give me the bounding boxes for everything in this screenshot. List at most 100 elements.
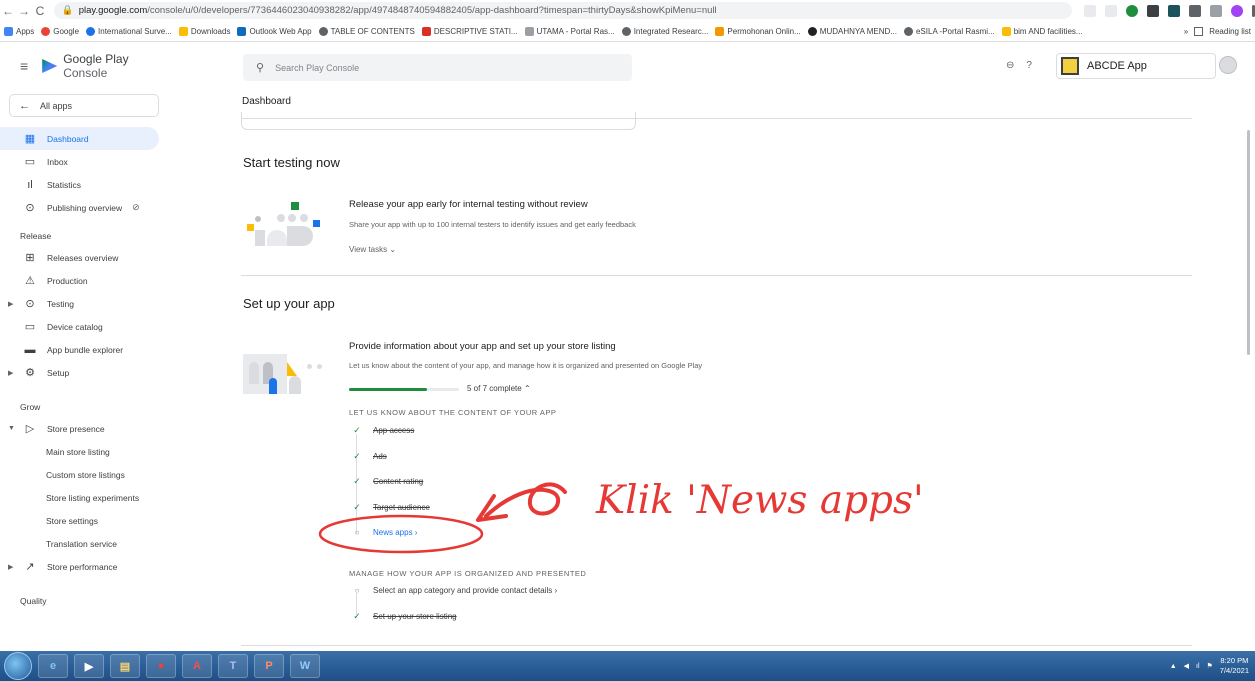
network-icon[interactable]: ıl <box>1196 663 1200 670</box>
console-brand[interactable]: Google Play Console <box>63 52 163 80</box>
step-news-apps[interactable]: ○ News apps › <box>351 528 418 537</box>
bookmark-item[interactable]: Google <box>41 26 79 36</box>
scrollbar[interactable] <box>1247 130 1250 355</box>
expand-caret-icon[interactable]: ▶ <box>8 300 13 308</box>
ie-icon[interactable]: e <box>38 654 68 678</box>
bookmark-item[interactable]: DESCRIPTIVE STATI... <box>421 26 518 36</box>
step-ads[interactable]: ✓ Ads <box>351 451 387 462</box>
sidebar-item-store-presence[interactable]: ▼ ▷ Store presence <box>0 417 163 440</box>
sidebar-item-production[interactable]: ⚠ Production <box>0 269 163 292</box>
bookmark-item[interactable]: Apps <box>4 26 34 36</box>
extension-icon-green[interactable] <box>1126 4 1138 17</box>
step-label: Content rating <box>373 477 424 486</box>
sidebar-item-inbox[interactable]: ▭ Inbox <box>0 150 163 173</box>
search-input[interactable]: ⚲ Search Play Console <box>243 54 632 81</box>
collapse-caret-icon[interactable]: ▼ <box>8 425 15 432</box>
main-content: Start testing now Release your app early… <box>163 112 1255 651</box>
step-app-category[interactable]: ○ Select an app category and provide cont… <box>351 586 558 595</box>
reload-icon[interactable]: C <box>32 4 48 18</box>
setup-progress-toggle[interactable]: 5 of 7 complete ⌃ <box>467 384 531 393</box>
sidebar-item-publishing-overview[interactable]: ⊙ Publishing overview ⊘ <box>0 196 163 219</box>
bookmark-item[interactable]: Downloads <box>178 26 230 36</box>
clock[interactable]: 8:20 PM 7/4/2021 <box>1220 656 1249 676</box>
step-app-access[interactable]: ✓ App access <box>351 425 414 436</box>
reading-list-label[interactable]: Reading list <box>1209 27 1251 36</box>
extension-icon-teal[interactable] <box>1168 4 1180 17</box>
tray-arrow-icon[interactable]: ▲ <box>1170 663 1177 670</box>
account-avatar[interactable] <box>1219 56 1237 74</box>
bookmark-item[interactable]: Permohonan Onlin... <box>715 26 801 36</box>
illus-shape <box>267 230 287 246</box>
star-icon[interactable] <box>1105 4 1117 17</box>
bookmark-item[interactable]: Integrated Researc... <box>621 26 708 36</box>
step-label: App access <box>373 426 415 435</box>
sidebar-item-setup[interactable]: ▶ ⚙ Setup <box>0 361 163 384</box>
circle-icon: ○ <box>354 528 360 537</box>
more-bookmarks-icon[interactable]: » <box>1184 27 1188 36</box>
chrome-icon[interactable]: ● <box>146 654 176 678</box>
sidebar-item-label: Setup <box>47 367 70 378</box>
sidebar-item-store-settings[interactable]: Store settings <box>0 509 163 532</box>
expand-caret-icon[interactable]: ▶ <box>8 563 13 571</box>
word-icon[interactable]: W <box>290 654 320 678</box>
extension-icon-dark[interactable] <box>1147 4 1159 17</box>
illus-shape <box>277 214 285 222</box>
sidebar-item-testing[interactable]: ▶ ⊙ Testing <box>0 292 163 315</box>
sidebar-item-custom-store-listings[interactable]: Custom store listings <box>0 463 163 486</box>
sidebar-item-app-bundle-explorer[interactable]: ▬ App bundle explorer <box>0 338 163 361</box>
sidebar-item-device-catalog[interactable]: ▭ Device catalog <box>0 315 163 338</box>
back-icon[interactable]: ← <box>0 4 16 18</box>
url-host: play.google.com <box>78 5 148 16</box>
start-button[interactable] <box>4 652 32 680</box>
news-apps-link[interactable]: News apps › <box>373 528 417 537</box>
profile-icon[interactable] <box>1231 4 1243 17</box>
view-tasks-button[interactable]: View tasks ⌄ <box>349 245 396 254</box>
check-icon: ✓ <box>353 611 361 621</box>
hamburger-menu-icon[interactable]: ≡ <box>20 58 28 74</box>
top-app-bar: ⚲ Search Play Console ⊖ ? ABCDE App <box>163 42 1255 90</box>
bookmark-item[interactable]: International Surve... <box>86 26 172 36</box>
divider <box>241 275 1192 276</box>
zoom-icon[interactable] <box>1084 4 1096 17</box>
teams-icon[interactable]: T <box>218 654 248 678</box>
all-apps-button[interactable]: ← All apps <box>9 94 159 117</box>
sidebar-item-dashboard[interactable]: ▦ Dashboard <box>0 127 159 150</box>
bookmark-item[interactable]: bim AND facilities... <box>1001 26 1083 36</box>
puzzle-icon[interactable] <box>1189 4 1201 17</box>
powerpoint-icon[interactable]: P <box>254 654 284 678</box>
media-icon[interactable]: ▶ <box>74 654 104 678</box>
step-store-listing[interactable]: ✓ Set up your store listing <box>351 611 456 622</box>
forward-icon[interactable]: → <box>16 4 32 18</box>
app-selector[interactable]: ABCDE App <box>1056 53 1216 79</box>
sidebar-item-translation-service[interactable]: Translation service <box>0 532 163 555</box>
reading-list-icon[interactable] <box>1194 27 1204 36</box>
step-label: Select an app category and provide conta… <box>373 586 558 595</box>
expand-caret-icon[interactable]: ▶ <box>8 369 13 377</box>
volume-icon[interactable]: ◀ <box>1184 662 1189 670</box>
queue-icon[interactable] <box>1210 4 1222 17</box>
progress-text: 5 of 7 complete <box>467 384 522 393</box>
sidebar-item-store-listing-experiments[interactable]: Store listing experiments <box>0 486 163 509</box>
address-bar[interactable]: 🔒 play.google.com /console/u/0/developer… <box>53 2 1072 19</box>
acrobat-icon[interactable]: A <box>182 654 212 678</box>
bookmark-item[interactable]: TABLE OF CONTENTS <box>318 26 415 36</box>
step-content-rating[interactable]: ✓ Content rating <box>351 476 423 487</box>
folder-icon[interactable]: ▤ <box>110 654 140 678</box>
bookmark-item[interactable]: UTAMA - Portal Ras... <box>524 26 615 36</box>
top-icons: ⊖ ? <box>1006 60 1032 71</box>
link-icon[interactable]: ⊖ <box>1006 60 1014 71</box>
sidebar-item-releases-overview[interactable]: ⊞ Releases overview <box>0 246 163 269</box>
bookmark-item[interactable]: Outlook Web App <box>237 26 312 36</box>
language-icon[interactable]: ⚑ <box>1207 662 1213 670</box>
sidebar-item-main-store-listing[interactable]: Main store listing <box>0 440 163 463</box>
clock-date: 7/4/2021 <box>1219 666 1249 675</box>
bookmark-item[interactable]: eSILA -Portal Rasmi... <box>903 26 995 36</box>
bookmark-label: bim AND facilities... <box>1013 26 1083 36</box>
bookmark-label: UTAMA - Portal Ras... <box>536 26 615 36</box>
sidebar-item-label: Publishing overview <box>47 202 123 213</box>
step-target-audience[interactable]: ✓ Target audience <box>351 502 430 513</box>
bookmark-item[interactable]: MUDAHNYA MEND... <box>807 26 897 36</box>
help-icon[interactable]: ? <box>1026 60 1032 71</box>
sidebar-item-statistics[interactable]: ıl Statistics <box>0 173 163 196</box>
sidebar-item-store-performance[interactable]: ▶ ↗ Store performance <box>0 555 163 578</box>
